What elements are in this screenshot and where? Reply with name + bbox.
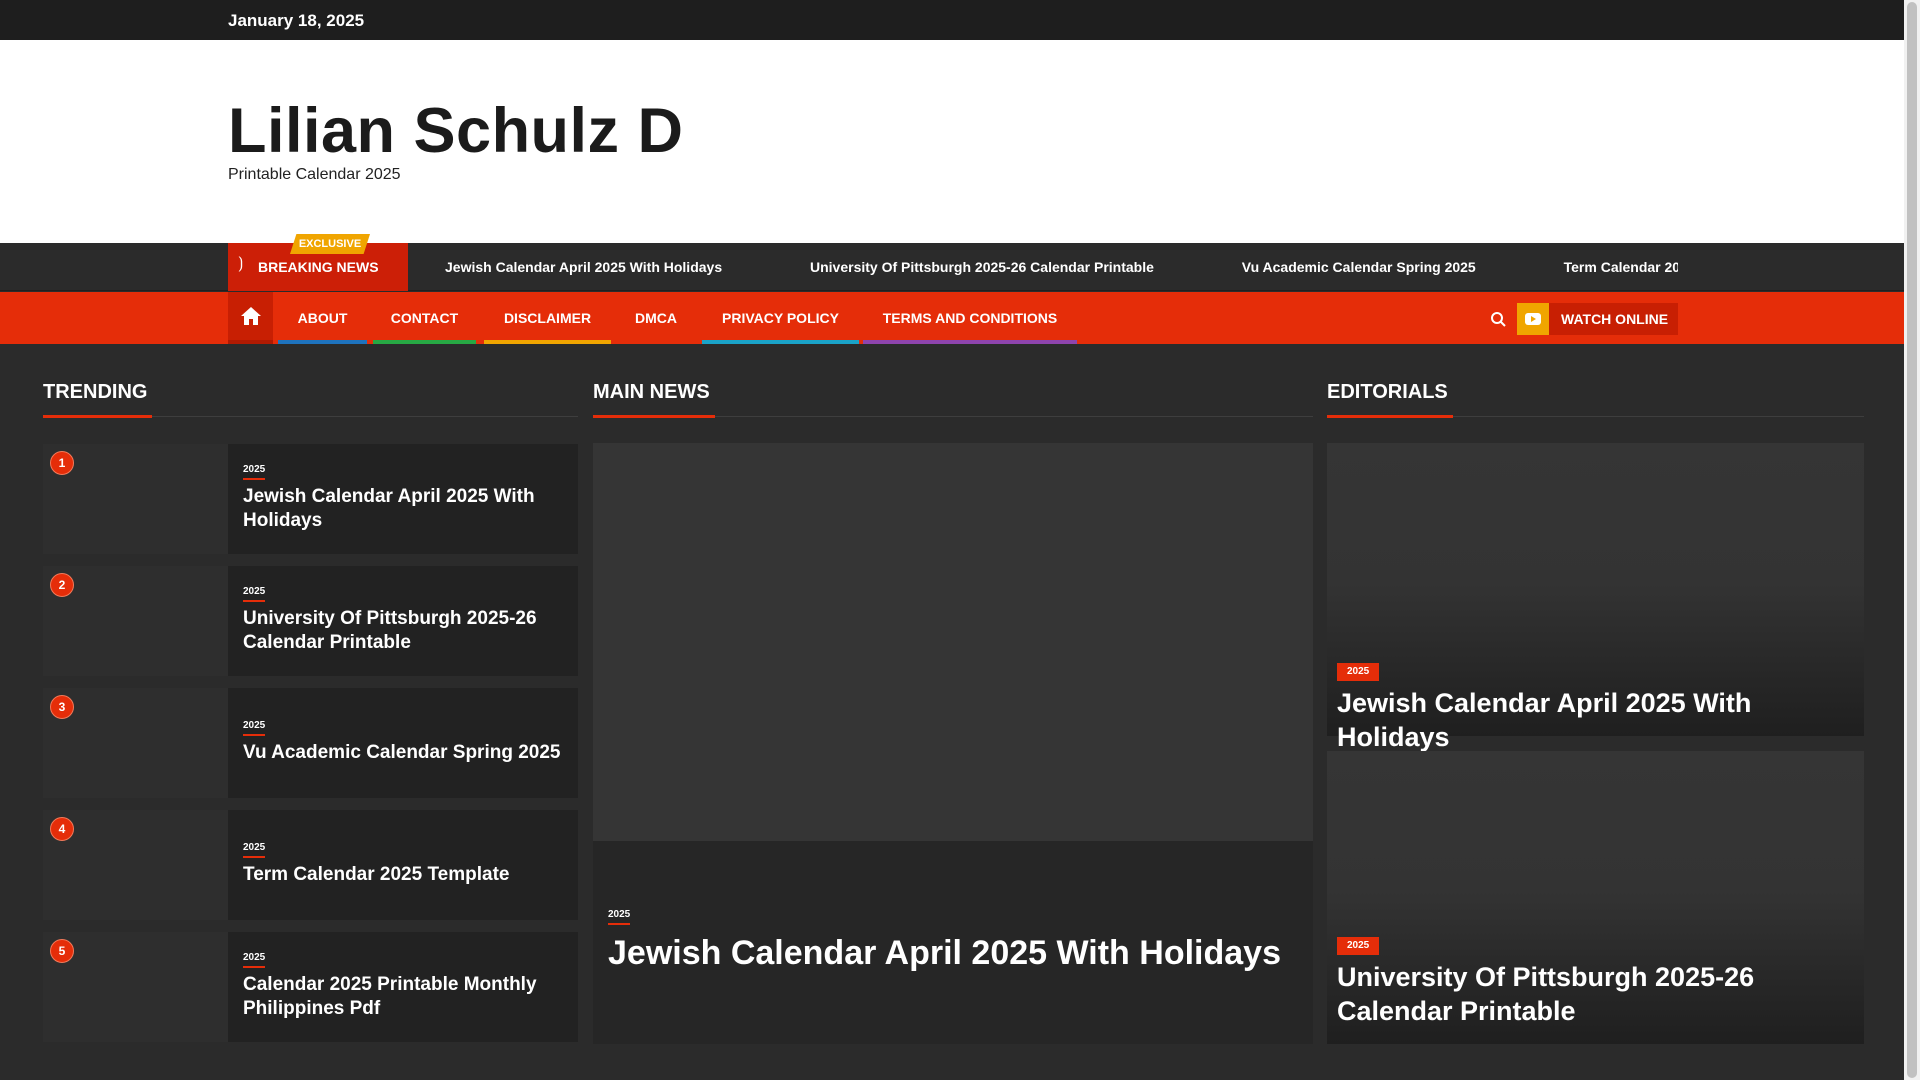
editorial-title[interactable]: University Of Pittsburgh 2025-26 Calenda… xyxy=(1337,960,1852,1028)
trending-item[interactable]: 1 2025 Jewish Calendar April 2025 With H… xyxy=(43,444,578,554)
editorial-card[interactable]: 2025 Jewish Calendar April 2025 With Hol… xyxy=(1327,443,1864,752)
youtube-icon xyxy=(1517,303,1549,335)
home-button[interactable] xyxy=(228,292,273,344)
nav-terms-and-conditions[interactable]: TERMS AND CONDITIONS xyxy=(863,292,1077,344)
main-news-image[interactable] xyxy=(593,443,1313,841)
category-tag[interactable]: 2025 xyxy=(243,586,266,602)
trending-item[interactable]: 3 2025 Vu Academic Calendar Spring 2025 xyxy=(43,688,578,798)
current-date: January 18, 2025 xyxy=(228,11,365,30)
ticker-item[interactable]: Jewish Calendar April 2025 With Holidays xyxy=(445,259,722,275)
breaking-news-bar: ⟯ BREAKING NEWS EXCLUSIVE Jewish Calenda… xyxy=(0,234,1904,291)
trending-title[interactable]: Term Calendar 2025 Template xyxy=(243,863,563,887)
news-ticker: Jewish Calendar April 2025 With Holidays… xyxy=(410,243,1678,291)
trending-title[interactable]: Calendar 2025 Printable Monthly Philippi… xyxy=(243,973,563,1021)
site-tagline: Printable Calendar 2025 xyxy=(228,166,401,183)
category-tag[interactable]: 2025 xyxy=(243,952,266,968)
category-tag[interactable]: 2025 xyxy=(608,909,631,925)
main-news-heading: MAIN NEWS xyxy=(593,381,710,403)
nav-privacy-policy[interactable]: PRIVACY POLICY xyxy=(702,292,859,344)
nav-about[interactable]: ABOUT xyxy=(278,292,367,344)
trending-rank: 3 xyxy=(50,695,74,719)
ticker-item[interactable]: Term Calendar 2025 Template xyxy=(1564,259,1678,275)
site-header: Lilian Schulz D Printable Calendar 2025 xyxy=(0,40,1904,243)
watch-online-label: WATCH ONLINE xyxy=(1561,311,1669,327)
search-button[interactable] xyxy=(1488,309,1510,331)
breaking-news-text: BREAKING NEWS xyxy=(258,259,379,275)
main-news-title[interactable]: Jewish Calendar April 2025 With Holidays xyxy=(608,931,1298,975)
trending-heading: TRENDING xyxy=(43,381,148,403)
editorial-title[interactable]: Jewish Calendar April 2025 With Holidays xyxy=(1337,686,1852,754)
scrollbar-thumb[interactable] xyxy=(1907,2,1917,1078)
editorials-heading: EDITORIALS xyxy=(1327,381,1448,403)
category-tag[interactable]: 2025 xyxy=(1337,663,1380,681)
main-news-underline xyxy=(593,415,715,418)
page-scrollbar[interactable] xyxy=(1904,0,1920,1080)
main-nav: ABOUT CONTACT DISCLAIMER DMCA PRIVACY PO… xyxy=(0,292,1904,344)
trending-title[interactable]: Vu Academic Calendar Spring 2025 xyxy=(243,741,563,765)
nav-disclaimer[interactable]: DISCLAIMER xyxy=(484,292,611,344)
trending-item[interactable]: 2 2025 University Of Pittsburgh 2025-26 … xyxy=(43,566,578,676)
trending-title[interactable]: Jewish Calendar April 2025 With Holidays xyxy=(243,485,563,533)
category-tag[interactable]: 2025 xyxy=(1337,937,1380,955)
search-icon xyxy=(1491,312,1506,327)
exclusive-badge: EXCLUSIVE xyxy=(290,234,370,254)
category-tag[interactable]: 2025 xyxy=(243,842,266,858)
category-tag[interactable]: 2025 xyxy=(243,464,266,480)
category-tag[interactable]: 2025 xyxy=(243,720,266,736)
trending-item[interactable]: 5 2025 Calendar 2025 Printable Monthly P… xyxy=(43,932,578,1042)
trending-title[interactable]: University Of Pittsburgh 2025-26 Calenda… xyxy=(243,607,563,655)
nav-dmca[interactable]: DMCA xyxy=(615,292,697,344)
site-title[interactable]: Lilian Schulz D xyxy=(228,95,684,167)
top-bar: January 18, 2025 xyxy=(0,0,1904,40)
nav-contact[interactable]: CONTACT xyxy=(373,292,476,344)
main-news-card[interactable]: 2025 Jewish Calendar April 2025 With Hol… xyxy=(593,443,1313,1044)
trending-item[interactable]: 4 2025 Term Calendar 2025 Template xyxy=(43,810,578,920)
watch-online-button[interactable]: WATCH ONLINE xyxy=(1517,303,1678,335)
home-icon xyxy=(241,307,261,325)
ticker-item[interactable]: University Of Pittsburgh 2025-26 Calenda… xyxy=(810,259,1154,275)
trending-rank: 5 xyxy=(50,939,74,963)
trending-rank: 2 xyxy=(50,573,74,597)
flash-icon: ⟯ xyxy=(238,255,244,272)
editorial-card[interactable]: 2025 University Of Pittsburgh 2025-26 Ca… xyxy=(1327,751,1864,1044)
editorials-underline xyxy=(1327,415,1453,418)
trending-rank: 1 xyxy=(50,451,74,475)
trending-rank: 4 xyxy=(50,817,74,841)
trending-underline xyxy=(43,415,152,418)
ticker-item[interactable]: Vu Academic Calendar Spring 2025 xyxy=(1242,259,1476,275)
